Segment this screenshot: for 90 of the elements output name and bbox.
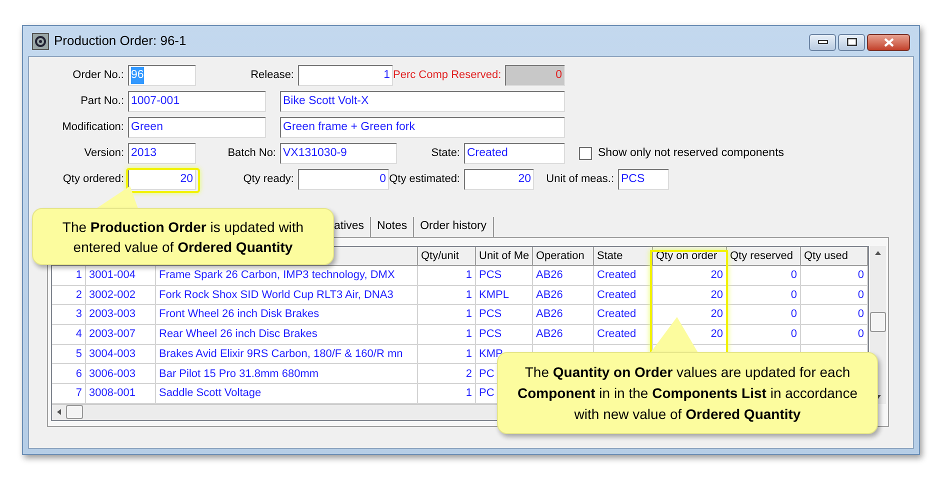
scroll-left-icon xyxy=(57,409,61,416)
app-icon xyxy=(32,32,49,50)
field-label: Modification: xyxy=(61,120,125,136)
scroll-thumb[interactable] xyxy=(66,405,83,420)
callout-text: The Production Order is updated with entered value of Ordered Quantity xyxy=(61,218,305,256)
table-cell: Created xyxy=(594,305,653,326)
text-field[interactable]: Green xyxy=(128,117,266,138)
table-cell: Brakes Avid Elixir 9RS Carbon, 180/F & 160/R mn xyxy=(156,344,418,364)
table-cell: KMPL xyxy=(476,286,533,306)
field-label: Unit of meas.: xyxy=(545,172,615,188)
text-field[interactable]: 2013 xyxy=(128,143,196,164)
text-field[interactable]: Bike Scott Volt-X xyxy=(280,91,565,112)
table-cell: PCS xyxy=(476,266,533,286)
table-cell: Fork Rock Shox SID World Cup RLT3 Air, DNA3 xyxy=(156,286,418,306)
table-cell: Created xyxy=(594,286,653,306)
table-cell: 1 xyxy=(418,325,476,345)
table-cell: 0 xyxy=(801,305,868,326)
table-cell: Created xyxy=(594,325,653,345)
text-field[interactable]: 20 xyxy=(128,169,196,190)
column-header[interactable]: Unit of Me xyxy=(476,247,533,266)
table-cell: 3001-004 xyxy=(86,266,156,286)
minimize-button[interactable] xyxy=(809,34,836,50)
field-label: Batch No: xyxy=(226,146,277,162)
scroll-thumb[interactable] xyxy=(870,312,886,332)
table-cell: 4 xyxy=(52,325,86,345)
table-cell: 2 xyxy=(52,286,86,306)
table-cell: 1 xyxy=(418,344,476,364)
field-label: Release: xyxy=(250,68,295,84)
table-cell: 1 xyxy=(418,286,476,306)
table-cell: 20 xyxy=(653,266,727,286)
table-cell: 2 xyxy=(418,364,476,384)
text-field[interactable]: PCS xyxy=(618,169,669,190)
table-cell: Frame Spark 26 Carbon, IMP3 technology, DMX xyxy=(156,266,418,286)
table-cell: Rear Wheel 26 inch Disc Brakes xyxy=(156,325,418,345)
field-label: Order No.: xyxy=(72,68,125,84)
table-cell: 20 xyxy=(653,286,727,306)
column-header[interactable]: Qty/unit xyxy=(418,247,476,266)
table-cell: Bar Pilot 15 Pro 31.8mm 680mm xyxy=(156,364,418,384)
table-cell: 3006-003 xyxy=(86,364,156,384)
column-header[interactable]: State xyxy=(594,247,653,266)
text-field[interactable]: Created xyxy=(464,143,565,164)
table-cell: 1 xyxy=(418,266,476,286)
table-cell: AB26 xyxy=(533,305,594,326)
table-cell: 2003-007 xyxy=(86,325,156,345)
field-label: Perc Comp Reserved: xyxy=(393,68,502,84)
table-cell: Created xyxy=(594,266,653,286)
field-label: Qty ordered: xyxy=(62,172,125,188)
maximize-icon xyxy=(846,38,856,46)
text-field[interactable]: 0 xyxy=(298,169,389,190)
table-cell: 1 xyxy=(52,266,86,286)
column-header[interactable]: Qty reserved xyxy=(727,247,801,266)
table-cell: AB26 xyxy=(533,266,594,286)
table-cell: 0 xyxy=(801,325,868,345)
minimize-icon xyxy=(818,40,828,44)
window-title: Production Order: 96-1 xyxy=(54,32,186,50)
checkbox-label: Show only not reserved components xyxy=(598,146,784,161)
table-cell: 3004-003 xyxy=(86,344,156,364)
text-field[interactable]: VX131030-9 xyxy=(280,143,397,164)
table-cell: 2003-003 xyxy=(86,305,156,326)
table-cell: Front Wheel 26 inch Disk Brakes xyxy=(156,305,418,326)
table-cell: PCS xyxy=(476,305,533,326)
table-cell: 1 xyxy=(418,305,476,326)
close-button[interactable] xyxy=(867,34,910,50)
table-cell: 0 xyxy=(801,266,868,286)
text-field[interactable]: 1007-001 xyxy=(128,91,266,112)
table-cell: 5 xyxy=(52,344,86,364)
table-cell: 0 xyxy=(727,266,801,286)
text-field[interactable]: Green frame + Green fork xyxy=(280,117,565,138)
field-label: Version: xyxy=(83,146,125,162)
table-cell: 0 xyxy=(727,286,801,306)
table-cell: 3002-002 xyxy=(86,286,156,306)
text-field[interactable]: 1 xyxy=(298,65,393,86)
field-label: Part No.: xyxy=(80,94,125,110)
table-cell: 6 xyxy=(52,364,86,384)
maximize-button[interactable] xyxy=(838,34,865,50)
field-label: Qty ready: xyxy=(242,172,295,188)
table-cell: PCS xyxy=(476,325,533,345)
column-header[interactable]: Qty used xyxy=(801,247,868,266)
table-cell: AB26 xyxy=(533,286,594,306)
table-cell: AB26 xyxy=(533,325,594,345)
table-cell: 0 xyxy=(801,286,868,306)
field-label: Qty estimated: xyxy=(389,172,461,188)
table-cell: 0 xyxy=(727,325,801,345)
column-header[interactable]: Operation xyxy=(533,247,594,266)
table-cell: 0 xyxy=(727,305,801,326)
checkbox[interactable] xyxy=(579,147,592,160)
field-label: State: xyxy=(430,146,461,162)
close-icon xyxy=(884,38,894,46)
table-cell: 3 xyxy=(52,305,86,326)
text-field[interactable]: 20 xyxy=(464,169,534,190)
